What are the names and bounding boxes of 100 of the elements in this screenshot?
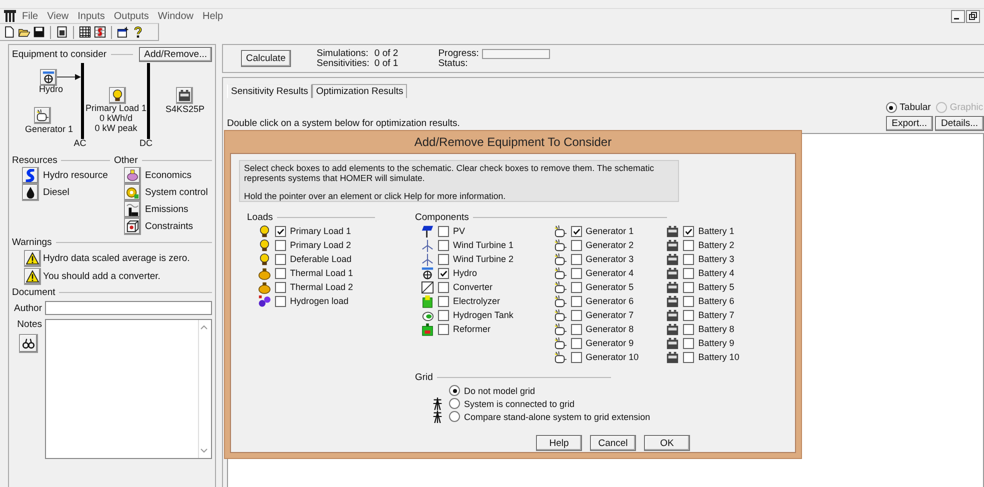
restore-button[interactable]	[966, 10, 980, 22]
generator-icon	[554, 266, 567, 280]
scroll-up-icon[interactable]	[199, 324, 209, 330]
checkbox[interactable]	[570, 310, 582, 320]
checkbox-label: Converter	[453, 282, 493, 292]
checkbox[interactable]	[275, 296, 286, 306]
warning-icon	[26, 252, 39, 264]
properties-icon[interactable]	[117, 26, 129, 38]
checkbox[interactable]	[275, 282, 286, 292]
arrow-icon	[57, 73, 81, 81]
save-icon[interactable]	[33, 26, 45, 38]
binoculars-button[interactable]	[19, 334, 38, 353]
checkbox[interactable]	[438, 268, 449, 278]
menu-item[interactable]: Help	[202, 10, 224, 22]
stat-label: Progress:	[438, 48, 479, 58]
cost-table-icon[interactable]	[94, 26, 106, 38]
checkbox[interactable]	[438, 226, 449, 236]
calculate-button[interactable]: Calculate	[241, 50, 291, 67]
other-button[interactable]	[124, 167, 141, 184]
table-icon[interactable]	[79, 26, 91, 38]
checkbox[interactable]	[275, 268, 286, 278]
other-button[interactable]	[124, 201, 141, 218]
author-field[interactable]	[45, 301, 212, 315]
warning-button[interactable]	[24, 250, 41, 266]
checkbox[interactable]	[683, 226, 694, 236]
menu-item[interactable]: Inputs	[78, 10, 105, 22]
menu-item[interactable]: Outputs	[114, 10, 149, 22]
checkbox[interactable]	[683, 240, 694, 250]
load-button[interactable]	[109, 87, 126, 104]
checkbox[interactable]	[683, 310, 694, 320]
resource-button[interactable]	[22, 184, 39, 201]
checkbox-label: Generator 8	[586, 324, 634, 334]
checkbox[interactable]	[438, 296, 449, 306]
section-heading: Warnings	[12, 236, 52, 248]
checkbox[interactable]	[438, 254, 449, 264]
checkbox-label: Wind Turbine 2	[453, 254, 514, 264]
other-button[interactable]	[124, 218, 141, 235]
dialog-title: Add/Remove Equipment To Consider	[413, 134, 613, 151]
result-button[interactable]: Details...	[935, 116, 984, 131]
notes-field[interactable]	[45, 319, 212, 459]
radio-button[interactable]	[449, 411, 460, 422]
checkbox[interactable]	[570, 296, 582, 306]
new-file-icon[interactable]	[3, 26, 15, 38]
help-icon[interactable]	[132, 26, 144, 38]
other-button[interactable]	[124, 184, 141, 201]
generator-button[interactable]	[34, 107, 51, 124]
checkbox[interactable]	[570, 268, 582, 278]
radio-button[interactable]	[449, 385, 460, 396]
checkbox[interactable]	[570, 324, 582, 334]
tab[interactable]: Optimization Results	[312, 84, 408, 98]
minimize-button[interactable]	[951, 10, 965, 22]
checkbox[interactable]	[570, 338, 582, 348]
radio-button[interactable]	[886, 102, 897, 113]
checkbox[interactable]	[570, 240, 582, 250]
checkbox-label: Battery 3	[698, 254, 734, 264]
checkbox[interactable]	[683, 268, 694, 278]
checkbox[interactable]	[683, 296, 694, 306]
section-heading: Resources	[12, 154, 58, 166]
cube-icon	[126, 220, 139, 233]
hydro-turbine-icon	[421, 266, 434, 280]
hydro-button[interactable]	[40, 69, 57, 86]
dialog-button[interactable]: Help	[536, 435, 582, 451]
checkbox[interactable]	[438, 240, 449, 250]
checkbox[interactable]	[570, 254, 582, 264]
checkbox[interactable]	[438, 324, 449, 334]
resource-label: Hydro resource	[43, 170, 108, 181]
checkbox[interactable]	[275, 226, 286, 236]
menu-item[interactable]: Window	[158, 10, 194, 22]
checkbox[interactable]	[275, 254, 286, 264]
radio-button[interactable]	[449, 398, 460, 409]
checkbox[interactable]	[438, 310, 449, 320]
stat-value: 0 of 2	[374, 48, 398, 58]
dialog-button[interactable]: OK	[644, 435, 690, 451]
checkbox[interactable]	[683, 282, 694, 292]
open-folder-icon[interactable]	[18, 26, 30, 38]
menu-item[interactable]: File	[22, 10, 38, 22]
dialog-button[interactable]: Cancel	[590, 435, 636, 451]
checkbox[interactable]	[438, 282, 449, 292]
tab[interactable]: Sensitivity Results	[227, 84, 312, 98]
resource-button[interactable]	[22, 167, 39, 184]
result-button[interactable]: Export...	[886, 116, 934, 131]
checkbox[interactable]	[683, 254, 694, 264]
menu-item[interactable]: View	[47, 10, 69, 22]
battery-icon	[666, 336, 680, 350]
report-icon[interactable]	[56, 26, 68, 38]
warning-button[interactable]	[24, 268, 41, 284]
generator-icon	[554, 350, 567, 364]
checkbox[interactable]	[683, 338, 694, 348]
add-remove-button[interactable]: Add/Remove...	[139, 46, 212, 62]
checkbox[interactable]	[570, 226, 582, 236]
kettle-icon	[258, 280, 271, 294]
checkbox[interactable]	[683, 324, 694, 334]
checkbox[interactable]	[570, 352, 582, 362]
info-text: Hold the pointer over an element or click Help for more information.	[244, 191, 507, 201]
checkbox[interactable]	[683, 352, 694, 362]
scroll-down-icon[interactable]	[199, 448, 209, 454]
checkbox[interactable]	[570, 282, 582, 292]
checkbox[interactable]	[275, 240, 286, 250]
battery-button[interactable]	[176, 87, 193, 104]
generator-icon	[554, 252, 567, 266]
